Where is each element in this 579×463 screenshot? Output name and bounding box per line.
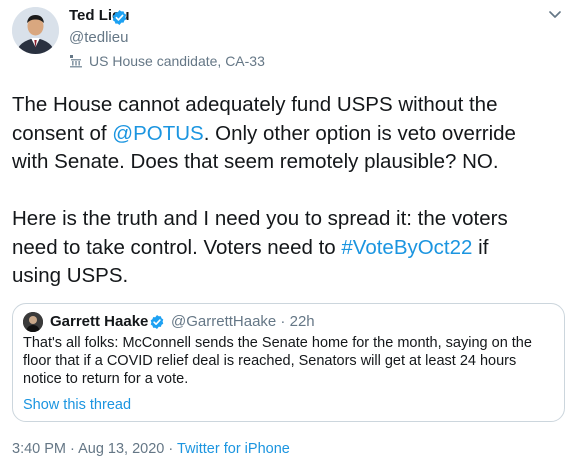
tweet-line: The House cannot adequately fund USPS wi… xyxy=(12,93,498,116)
account-label: US House candidate, CA-33 xyxy=(69,52,265,70)
tweet-line: using USPS. xyxy=(12,264,129,287)
tweet-line: consent of @POTUS. Only other option is … xyxy=(12,121,516,145)
quoted-author-handle: @GarrettHaake xyxy=(171,313,277,330)
chevron-down-icon[interactable] xyxy=(548,10,562,20)
tweet-source-link[interactable]: Twitter for iPhone xyxy=(177,441,290,457)
tweet-text: The House cannot adequately fund USPS wi… xyxy=(12,91,572,291)
verified-badge-icon xyxy=(150,315,164,329)
mention-link[interactable]: @POTUS xyxy=(112,122,203,145)
quoted-timestamp: 22h xyxy=(289,313,315,330)
author-handle[interactable]: @tedlieu xyxy=(69,29,128,46)
quoted-author-meta: @GarrettHaake · 22h xyxy=(171,313,315,330)
verified-badge-icon xyxy=(112,10,127,25)
quoted-author-avatar xyxy=(23,312,43,332)
hashtag-link[interactable]: #VoteByOct22 xyxy=(341,236,472,259)
show-thread-link[interactable]: Show this thread xyxy=(23,397,131,413)
government-building-icon xyxy=(70,55,82,68)
account-label-text: US House candidate, CA-33 xyxy=(89,53,265,69)
tweet-date[interactable]: Aug 13, 2020 xyxy=(78,441,164,457)
quoted-author-name: Garrett Haake xyxy=(50,313,149,330)
tweet-line: with Senate. Does that seem remotely pla… xyxy=(12,150,499,173)
quoted-tweet-card[interactable]: Garrett Haake @GarrettHaake · 22h That's… xyxy=(12,303,565,422)
tweet-time[interactable]: 3:40 PM xyxy=(12,441,66,457)
tweet-line: need to take control. Voters need to #Vo… xyxy=(12,235,489,259)
tweet-footer: 3:40 PM · Aug 13, 2020 · Twitter for iPh… xyxy=(12,441,290,457)
quoted-tweet-text: That's all folks: McConnell sends the Se… xyxy=(23,335,532,387)
author-avatar[interactable] xyxy=(12,7,59,54)
tweet-line: Here is the truth and I need you to spre… xyxy=(12,207,508,230)
